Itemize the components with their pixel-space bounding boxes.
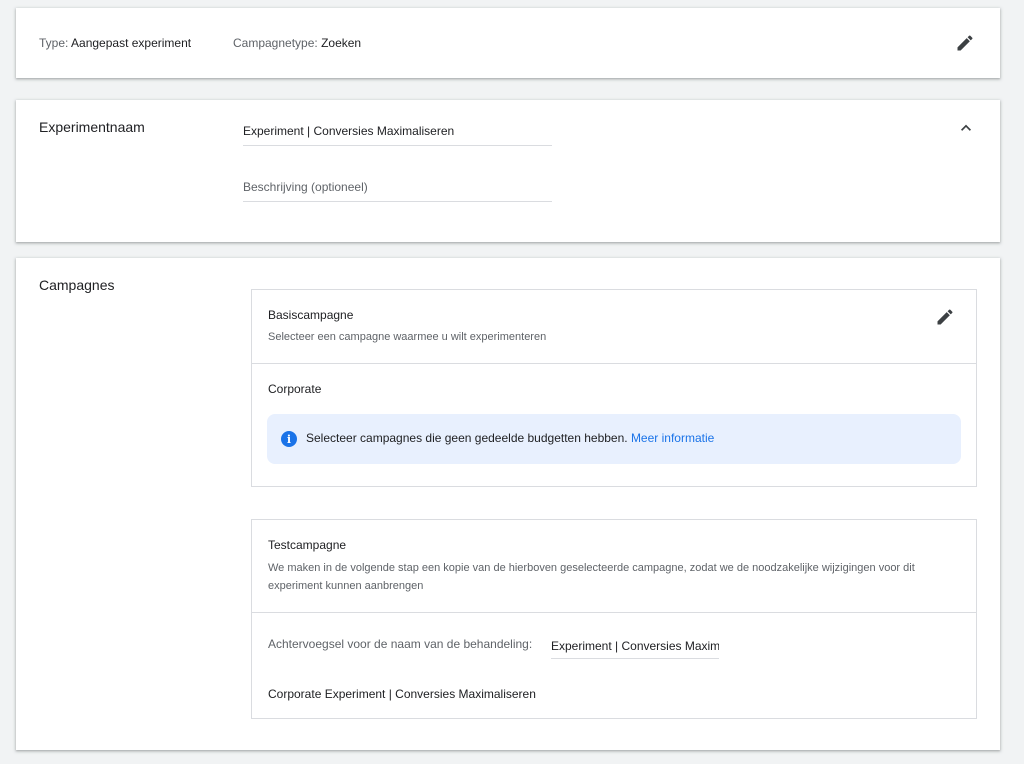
campaign-type: Campagnetype: Zoeken [233, 36, 361, 50]
edit-base-campaign-button[interactable] [933, 305, 957, 329]
edit-summary-button[interactable] [953, 31, 977, 55]
experiment-type-label: Type: [39, 36, 69, 50]
campaigns-title: Campagnes [39, 277, 115, 293]
info-icon: i [281, 431, 297, 447]
treatment-campaign-name: Corporate Experiment | Conversies Maxima… [268, 687, 536, 701]
divider [252, 363, 976, 364]
base-campaign-description: Selecteer een campagne waarmee u wilt ex… [268, 331, 547, 343]
divider [252, 612, 976, 613]
campaigns-card: Campagnes Basiscampagne Selecteer een ca… [16, 258, 1000, 750]
test-campaign-title: Testcampagne [268, 538, 347, 552]
base-campaign-title: Basiscampagne [268, 308, 354, 322]
experiment-description-input[interactable] [243, 172, 552, 202]
info-text: Selecteer campagnes die geen gedeelde bu… [306, 431, 628, 445]
campaign-type-value: Zoeken [321, 36, 362, 50]
chevron-up-icon [961, 124, 971, 131]
experiment-name-title: Experimentnaam [39, 119, 145, 135]
experiment-summary-card: Type: Aangepast experiment Campagnetype:… [16, 8, 1000, 78]
base-campaign-box: Basiscampagne Selecteer een campagne waa… [251, 289, 977, 487]
test-campaign-box: Testcampagne We maken in de volgende sta… [251, 519, 977, 719]
campaign-type-label: Campagnetype: [233, 36, 318, 50]
collapse-section-button[interactable] [954, 116, 978, 140]
test-campaign-description: We maken in de volgende stap een kopie v… [268, 562, 915, 592]
pencil-icon [957, 35, 973, 51]
experiment-name-input[interactable] [243, 116, 552, 146]
shared-budget-info-banner: i Selecteer campagnes die geen gedeelde … [267, 414, 961, 464]
experiment-type-value: Aangepast experiment [71, 36, 192, 50]
pencil-icon [937, 309, 953, 325]
more-info-link[interactable]: Meer informatie [631, 431, 714, 445]
treatment-suffix-label: Achtervoegsel voor de naam van de behand… [268, 637, 533, 651]
info-message: Selecteer campagnes die geen gedeelde bu… [306, 431, 714, 445]
treatment-suffix-input[interactable] [551, 633, 719, 659]
experiment-name-card: Experimentnaam [16, 100, 1000, 242]
experiment-type: Type: Aangepast experiment [39, 36, 191, 50]
selected-base-campaign[interactable]: Corporate [268, 382, 321, 396]
